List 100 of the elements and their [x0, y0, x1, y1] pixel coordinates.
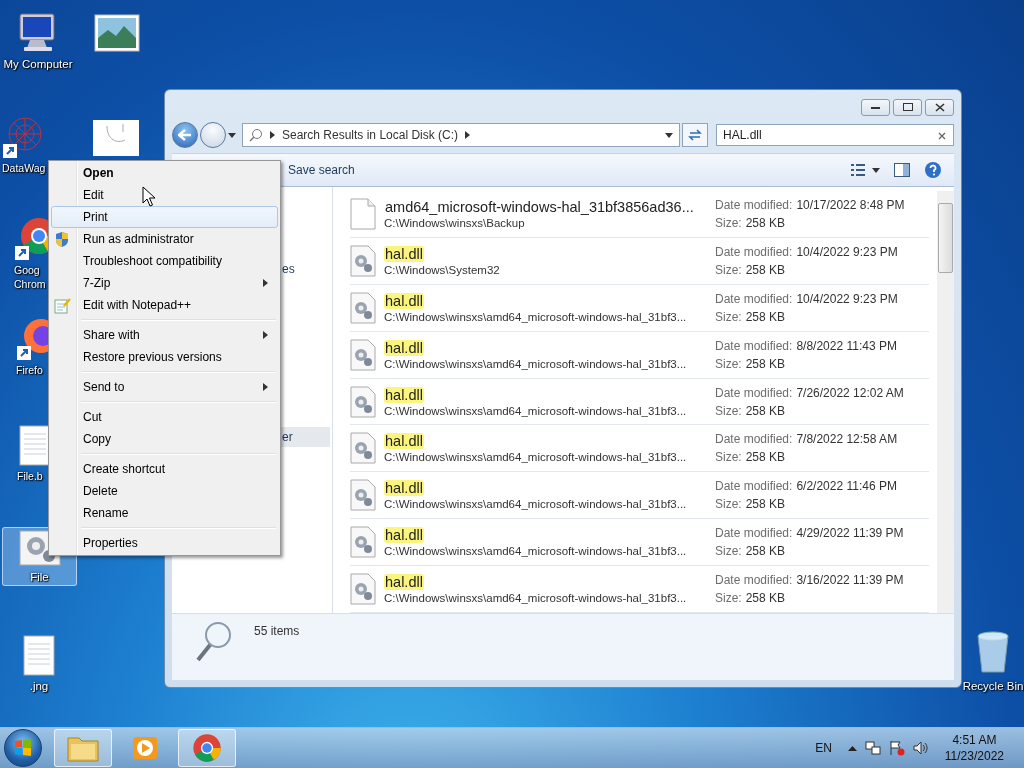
size-value: 258 KB — [745, 356, 786, 371]
menu-item[interactable]: Restore previous versions — [51, 346, 278, 368]
maximize-button[interactable] — [893, 98, 922, 116]
date-modified-value: 10/4/2022 9:23 PM — [796, 291, 898, 306]
refresh-icon — [687, 128, 703, 142]
close-icon — [938, 131, 946, 140]
desktop-icon[interactable] — [91, 118, 141, 158]
back-arrow-icon — [178, 129, 192, 141]
file-path: C:\Windows\System32 — [384, 263, 501, 276]
view-options-button[interactable] — [848, 161, 882, 179]
gear-file-icon — [350, 526, 376, 559]
size-value: 258 KB — [745, 497, 786, 512]
back-button[interactable] — [172, 122, 198, 148]
submenu-arrow-icon — [262, 331, 269, 339]
file-name[interactable]: hal.dll — [384, 339, 424, 356]
menu-item[interactable]: Troubleshoot compatibility — [51, 250, 278, 272]
magnifier-icon — [194, 620, 234, 664]
shield-icon — [54, 231, 70, 248]
size-label: Size: — [715, 215, 742, 230]
date-modified-label: Date modified: — [715, 479, 793, 494]
address-bar[interactable]: Search Results in Local Disk (C:) — [242, 123, 680, 147]
menu-item[interactable]: Edit with Notepad++ — [51, 294, 278, 316]
file-path: C:\Windows\winsxs\amd64_microsoft-windows-hal_31bf3... — [384, 545, 688, 558]
submenu-arrow-icon — [262, 279, 269, 287]
preview-pane-button[interactable] — [892, 161, 912, 179]
file-path: C:\Windows\winsxs\amd64_microsoft-windows-hal_31bf3... — [384, 451, 688, 464]
desktop-icon[interactable]: Recycle Bin — [963, 628, 1023, 695]
address-dropdown-icon — [665, 132, 673, 138]
size-label: Size: — [715, 262, 742, 277]
language-indicator[interactable]: EN — [815, 741, 832, 755]
size-value: 258 KB — [745, 450, 786, 465]
notepad-icon — [54, 297, 71, 314]
file-name[interactable]: hal.dll — [384, 292, 424, 309]
gear-file-icon — [350, 432, 376, 465]
desktop-icon[interactable]: DataWag — [0, 112, 50, 177]
close-button[interactable] — [925, 98, 954, 116]
file-path: C:\Windows\winsxs\amd64_microsoft-windows-hal_31bf3... — [384, 357, 688, 370]
size-value: 258 KB — [745, 544, 786, 559]
start-button[interactable] — [4, 729, 42, 767]
desktop-icon[interactable]: .jng — [14, 632, 64, 695]
refresh-button[interactable] — [682, 123, 708, 147]
folder-icon — [67, 734, 99, 762]
menu-item[interactable]: 7-Zip — [51, 272, 278, 294]
recycle-bin-icon — [975, 630, 1011, 676]
menu-item[interactable]: Edit — [51, 184, 278, 206]
help-button[interactable] — [922, 159, 944, 181]
size-value: 258 KB — [745, 215, 786, 230]
windows-logo — [13, 738, 33, 758]
size-label: Size: — [715, 497, 742, 512]
file-name[interactable]: hal.dll — [384, 480, 424, 497]
clock[interactable]: 4:51 AM 11/23/2022 — [944, 732, 1004, 764]
desktop-icon[interactable]: My Computer — [0, 8, 80, 73]
network-icon[interactable] — [864, 740, 881, 756]
vertical-scrollbar[interactable] — [937, 191, 954, 613]
file-name[interactable]: hal.dll — [384, 527, 424, 544]
date-modified-value: 10/4/2022 9:23 PM — [796, 244, 898, 259]
close-icon — [934, 102, 945, 112]
save-search-button[interactable]: Save search — [284, 160, 359, 180]
desktop-icon[interactable] — [92, 12, 142, 54]
file-name[interactable]: hal.dll — [384, 574, 424, 591]
taskbar-app-button[interactable] — [178, 729, 236, 767]
maximize-icon — [902, 103, 913, 111]
menu-item[interactable]: Send to — [51, 376, 278, 398]
gear-file-icon — [350, 291, 376, 324]
gear-file-icon — [350, 385, 376, 418]
date-modified-value: 4/29/2022 11:39 PM — [796, 526, 904, 541]
file-name[interactable]: hal.dll — [384, 433, 424, 450]
speaker-icon[interactable] — [912, 740, 929, 756]
file-name[interactable]: hal.dll — [384, 386, 424, 403]
size-value: 258 KB — [745, 591, 786, 606]
flag-icon[interactable] — [888, 740, 905, 756]
gear-file-icon — [350, 244, 376, 277]
date-modified-label: Date modified: — [715, 197, 793, 212]
text-document-icon — [23, 634, 55, 676]
date-modified-label: Date modified: — [715, 338, 793, 353]
date-modified-label: Date modified: — [715, 244, 793, 259]
search-field[interactable]: HAL.dll — [716, 124, 954, 146]
text-document-icon — [19, 424, 51, 466]
show-hidden-icons-icon[interactable] — [847, 745, 857, 751]
menu-item[interactable]: Open — [51, 162, 278, 184]
size-label: Size: — [715, 403, 742, 418]
date-modified-label: Date modified: — [715, 432, 793, 447]
minimize-button[interactable] — [861, 98, 890, 116]
file-name[interactable]: amd64_microsoft-windows-hal_31bf3856ad36... — [384, 198, 695, 215]
history-dropdown-icon — [228, 132, 236, 138]
date-modified-label: Date modified: — [715, 291, 793, 306]
minimize-icon — [871, 105, 880, 109]
breadcrumb-arrow-icon — [464, 131, 472, 139]
file-name[interactable]: hal.dll — [384, 245, 424, 262]
file-path: C:\Windows\winsxs\amd64_microsoft-windows-hal_31bf3... — [384, 310, 688, 323]
file-path: C:\Windows\winsxs\amd64_microsoft-windows-hal_31bf3... — [384, 404, 688, 417]
pointer-icon — [142, 186, 156, 207]
forward-button[interactable] — [200, 122, 226, 148]
menu-item[interactable]: Run as administrator — [51, 228, 278, 250]
address-text: Search Results in Local Disk (C:) — [282, 128, 459, 142]
menu-item[interactable]: Print — [51, 206, 278, 228]
menu-item[interactable]: Share with — [51, 324, 278, 346]
item-count: 55 items — [254, 624, 300, 638]
date-modified-value: 6/2/2022 11:46 PM — [796, 479, 897, 494]
menu-item[interactable]: Rename — [51, 502, 278, 524]
